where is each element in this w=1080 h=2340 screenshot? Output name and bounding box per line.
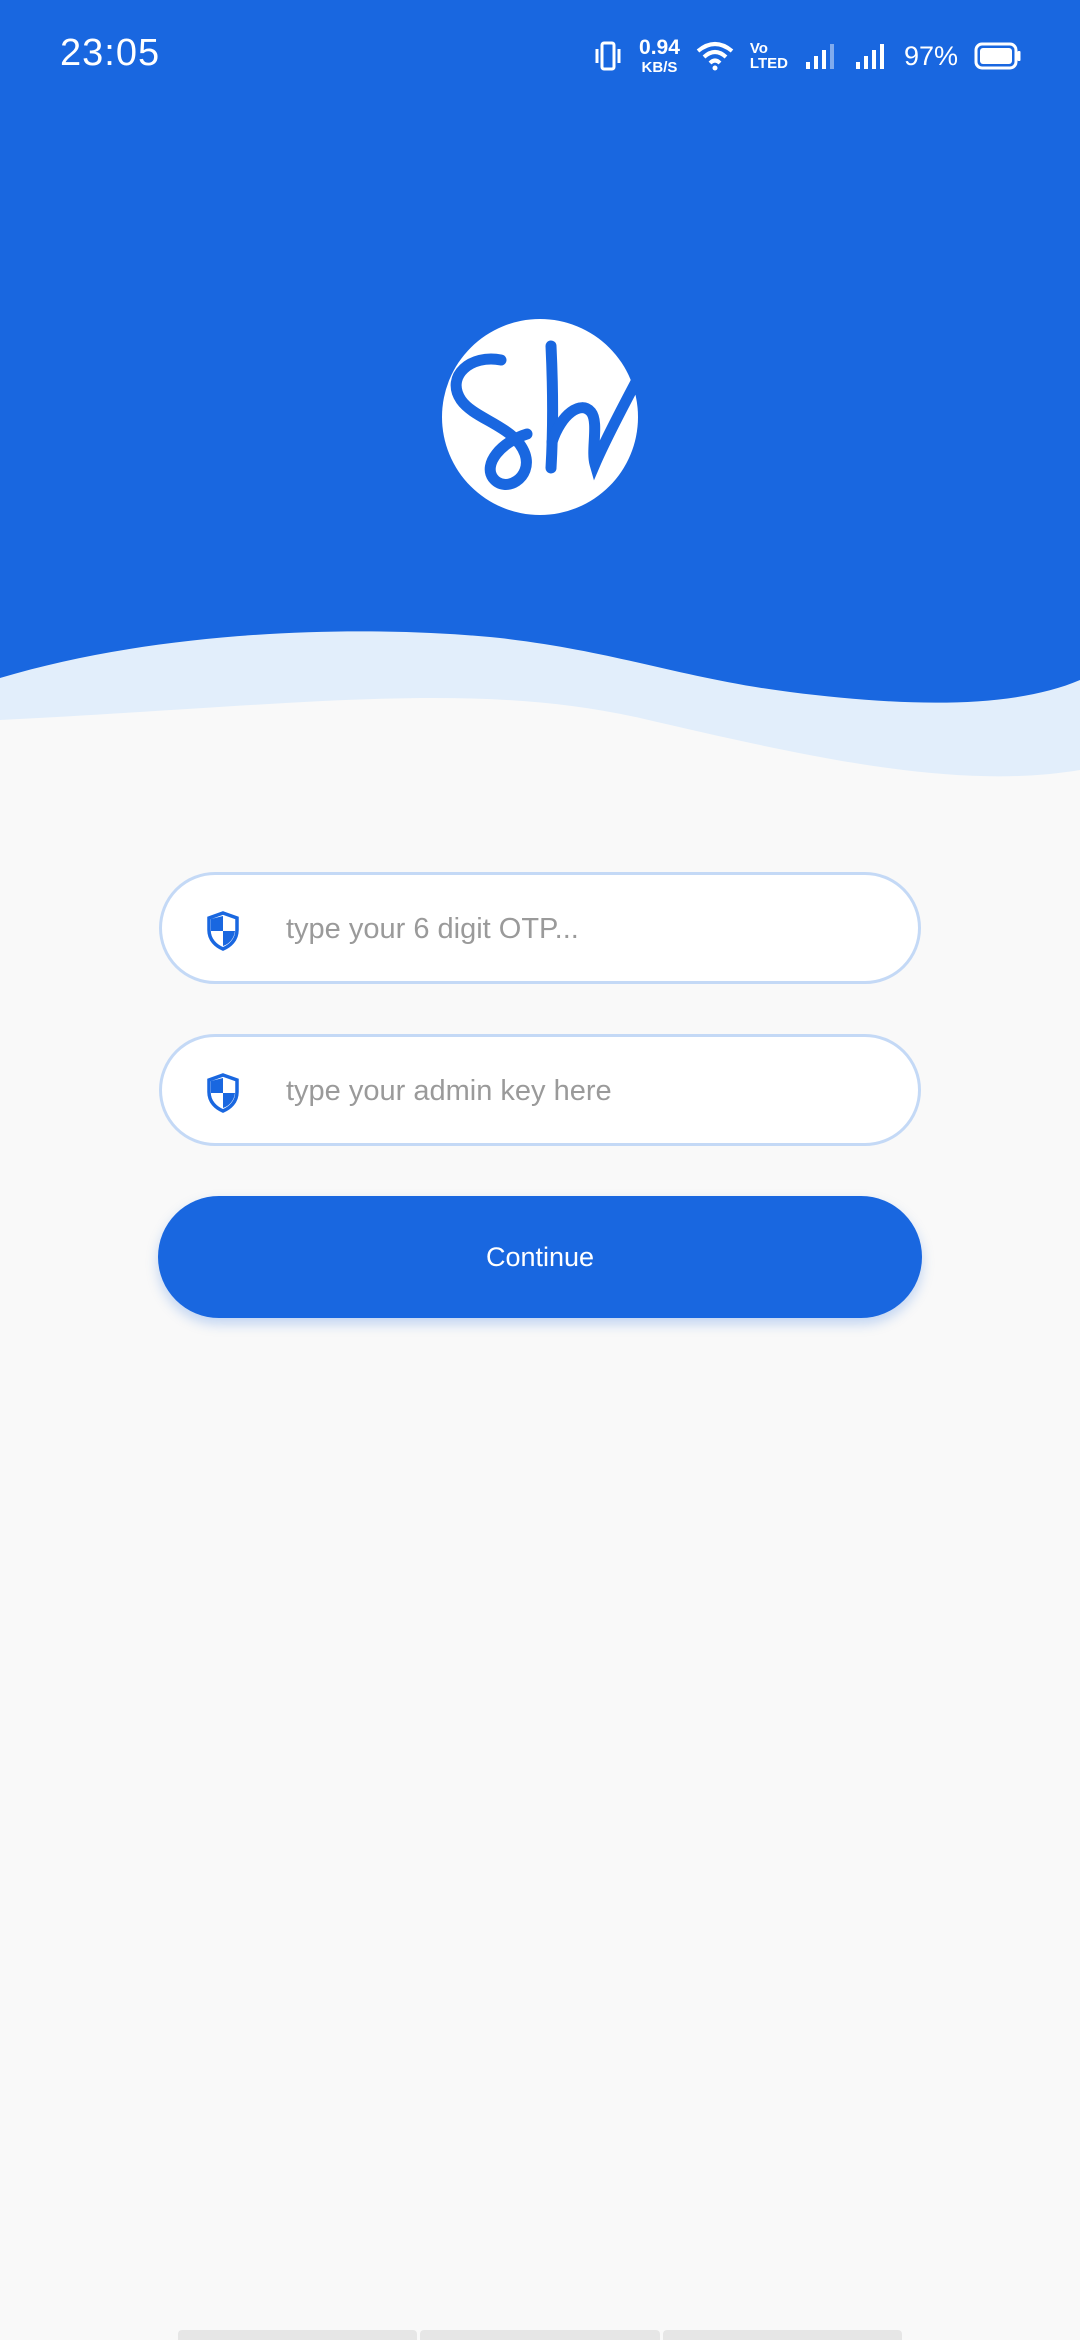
signal-icon <box>854 42 888 70</box>
shield-icon <box>206 911 240 956</box>
nav-handle-segment <box>178 2330 418 2340</box>
signal-icon <box>804 42 838 70</box>
volte-bottom: LTED <box>749 55 788 72</box>
shield-icon <box>206 1073 240 1118</box>
nav-handle-segment <box>420 2330 660 2340</box>
status-time: 23:05 <box>60 32 161 74</box>
navigation-handle[interactable] <box>178 2330 902 2340</box>
volte-top: Vo <box>749 40 768 57</box>
vibrate-icon <box>593 40 623 72</box>
continue-button[interactable]: Continue <box>158 1196 922 1318</box>
volte-indicator: Vo LTED <box>750 41 788 71</box>
battery-percent: 97% <box>903 40 958 71</box>
admin-key-field[interactable] <box>159 1034 921 1146</box>
status-bar: 23:05 0.94 KB/S Vo LTED 97% <box>0 0 1080 112</box>
status-icons: 0.94 KB/S Vo LTED 97% <box>593 36 1022 76</box>
otp-input[interactable] <box>284 895 888 963</box>
net-speed: 0.94 KB/S <box>639 37 680 75</box>
otp-field[interactable] <box>159 872 921 984</box>
header-banner: 23:05 0.94 KB/S Vo LTED 97% <box>0 0 1080 790</box>
net-speed-unit: KB/S <box>641 59 678 76</box>
wifi-icon <box>696 41 734 71</box>
battery-icon <box>974 42 1022 70</box>
nav-handle-segment <box>662 2330 902 2340</box>
admin-key-input[interactable] <box>284 1057 888 1125</box>
app-logo <box>441 318 643 516</box>
net-speed-value: 0.94 <box>639 36 680 59</box>
